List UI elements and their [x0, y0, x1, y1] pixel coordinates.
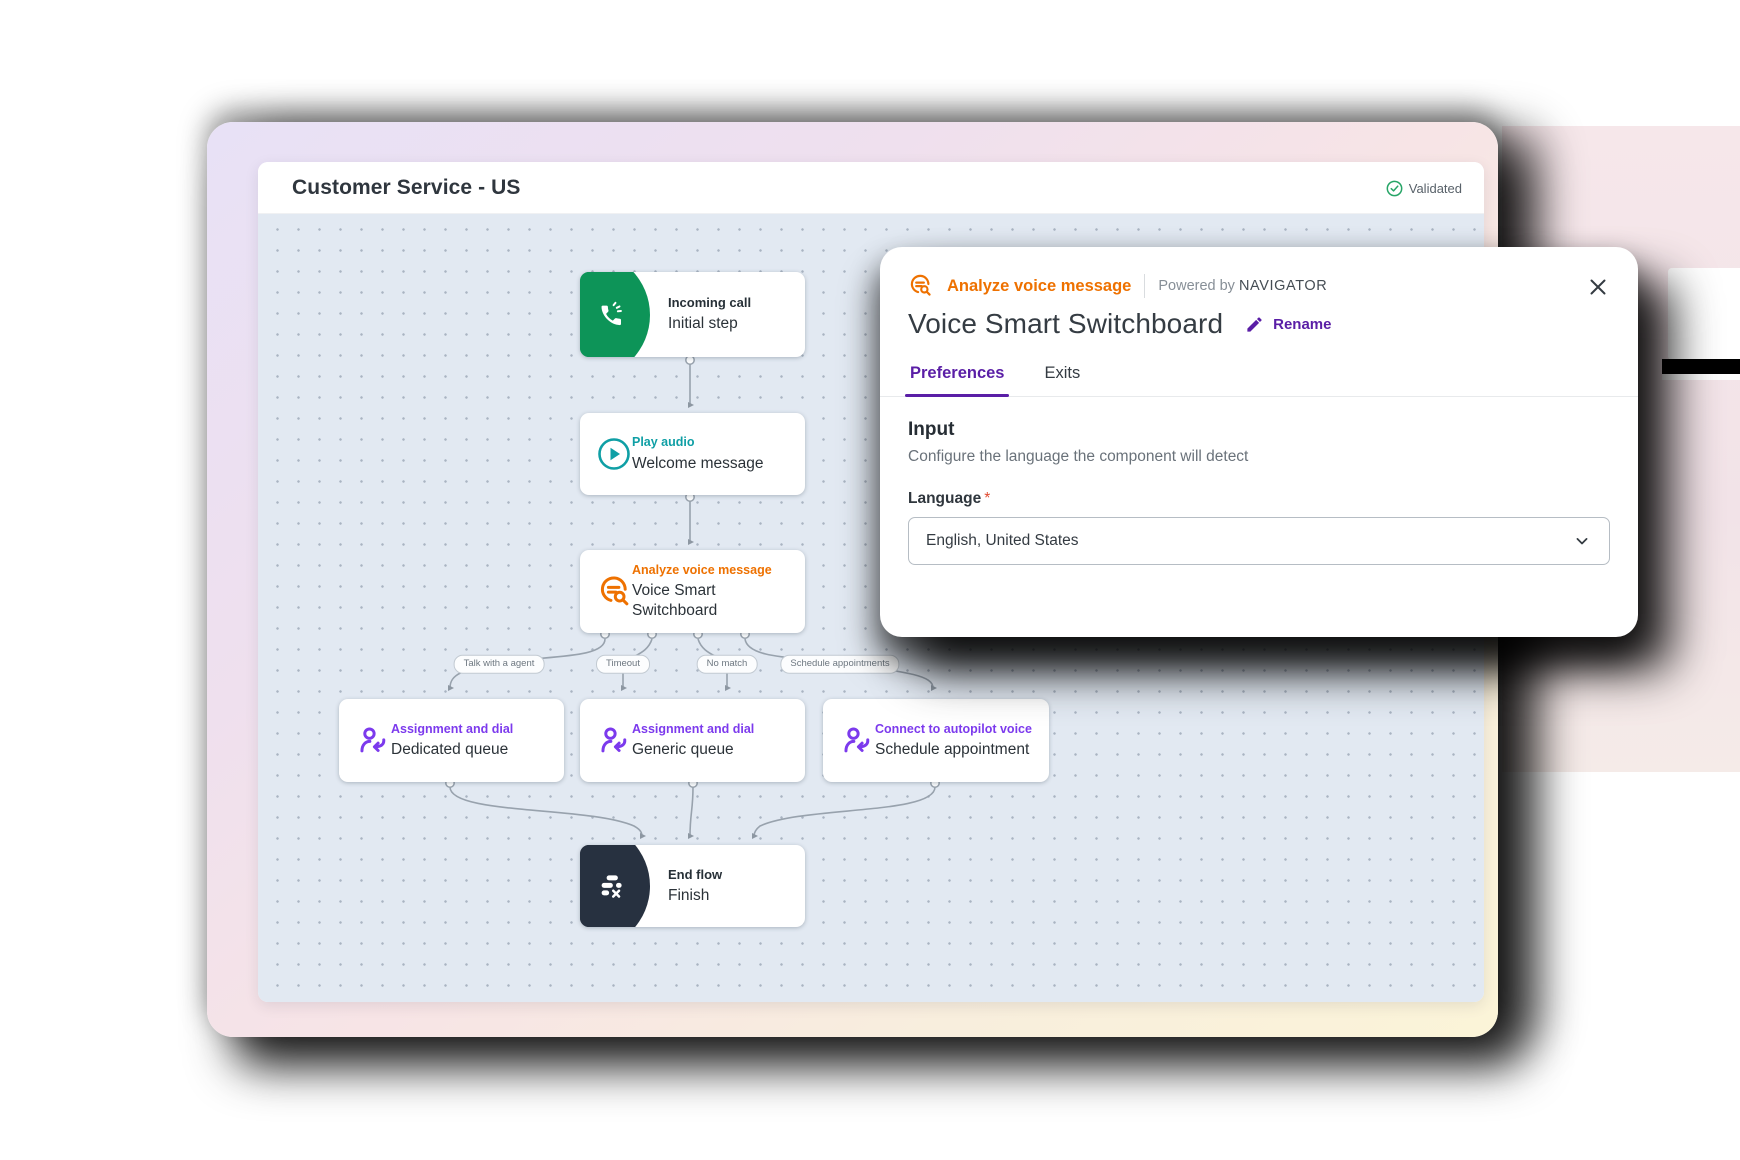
background-card-fragment	[1668, 268, 1740, 360]
flow-node-incoming-call[interactable]: Incoming call Initial step	[580, 272, 805, 357]
panel-title: Voice Smart Switchboard	[908, 308, 1223, 340]
phone-incoming-icon	[596, 299, 628, 331]
agent-assignment-icon	[356, 724, 390, 758]
powered-by: Powered by NAVIGATOR	[1158, 278, 1327, 294]
edge-label-pill: Talk with a agent	[454, 655, 545, 674]
language-field-label: Language*	[908, 490, 1610, 508]
flow-node-end-flow[interactable]: End flow Finish	[580, 845, 805, 927]
node-name: Welcome message	[632, 454, 797, 473]
section-description: Configure the language the component wil…	[908, 448, 1610, 466]
end-flow-icon	[596, 871, 626, 901]
voice-analyze-icon	[597, 574, 633, 610]
required-marker: *	[984, 490, 990, 507]
brand-name: NAVIGATOR	[1239, 278, 1327, 294]
panel-tabs: Preferences Exits	[880, 358, 1638, 397]
close-button[interactable]	[1584, 273, 1612, 301]
flow-node-analyze-voice[interactable]: Analyze voice message Voice Smart Switch…	[580, 550, 805, 633]
panel-header: Analyze voice message Powered by NAVIGAT…	[908, 273, 1608, 299]
language-select[interactable]: English, United States	[908, 517, 1610, 565]
chevron-down-icon	[1572, 531, 1592, 551]
node-name: Dedicated queue	[391, 740, 556, 759]
input-section: Input Configure the language the compone…	[880, 397, 1638, 565]
node-name: Voice Smart Switchboard	[632, 581, 797, 620]
edge-label-pill: Timeout	[596, 655, 650, 674]
screenshot-stage: Customer Service - US Validated	[0, 0, 1740, 1160]
rename-button[interactable]: Rename	[1245, 315, 1331, 334]
node-type-label: Connect to autopilot voice	[875, 722, 1041, 738]
tab-exits[interactable]: Exits	[1042, 358, 1082, 396]
agent-assignment-icon	[840, 724, 874, 758]
edge-label-pill: No match	[697, 655, 758, 674]
flow-node-play-audio[interactable]: Play audio Welcome message	[580, 413, 805, 495]
flow-title: Customer Service - US	[258, 176, 521, 200]
node-type-label: End flow	[668, 867, 797, 883]
background-strip-fragment	[1662, 374, 1740, 380]
component-type-label: Analyze voice message	[947, 277, 1131, 296]
node-name: Generic queue	[632, 740, 797, 759]
node-name: Schedule appointment	[875, 740, 1041, 759]
pencil-icon	[1245, 315, 1264, 334]
rename-label: Rename	[1273, 316, 1331, 333]
tab-preferences[interactable]: Preferences	[908, 358, 1006, 396]
section-heading: Input	[908, 419, 1610, 441]
agent-assignment-icon	[597, 724, 631, 758]
node-name: Initial step	[668, 314, 797, 333]
node-type-label: Assignment and dial	[632, 722, 797, 738]
edge-label-pill: Schedule appointments	[780, 655, 899, 674]
flow-node-dedicated-queue[interactable]: Assignment and dial Dedicated queue	[339, 699, 564, 782]
check-circle-icon	[1386, 180, 1403, 197]
background-bar-fragment	[1662, 359, 1740, 374]
component-config-panel: Analyze voice message Powered by NAVIGAT…	[880, 247, 1638, 637]
node-type-label: Incoming call	[668, 295, 797, 311]
node-type-label: Assignment and dial	[391, 722, 556, 738]
play-circle-icon	[597, 437, 631, 471]
flow-header: Customer Service - US Validated	[258, 162, 1484, 214]
language-select-value: English, United States	[926, 532, 1079, 550]
divider	[1144, 274, 1145, 298]
node-type-label: Analyze voice message	[632, 563, 797, 579]
node-name: Finish	[668, 886, 797, 905]
flow-node-generic-queue[interactable]: Assignment and dial Generic queue	[580, 699, 805, 782]
close-icon	[1587, 276, 1609, 298]
flow-node-schedule-appointment[interactable]: Connect to autopilot voice Schedule appo…	[823, 699, 1049, 782]
node-type-label: Play audio	[632, 435, 797, 451]
voice-analyze-icon	[908, 273, 934, 299]
status-badge-label: Validated	[1409, 181, 1462, 196]
status-badge: Validated	[1386, 162, 1462, 214]
